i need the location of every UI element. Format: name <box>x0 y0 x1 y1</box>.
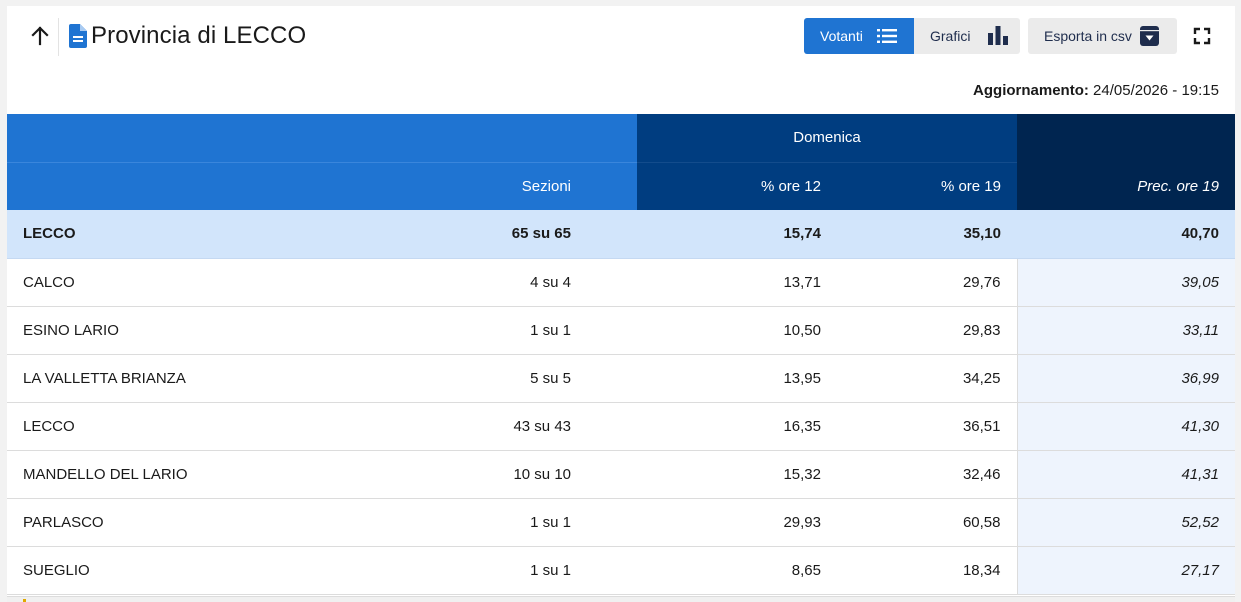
arrow-up-icon <box>31 26 49 46</box>
row-sezioni: 1 su 1 <box>363 306 637 355</box>
header-ore12[interactable]: % ore 12 <box>637 162 837 210</box>
votanti-button[interactable]: Votanti <box>804 18 914 54</box>
row-ore12: 29,93 <box>637 498 837 547</box>
row-ore12: 15,32 <box>637 450 837 499</box>
document-icon <box>69 24 87 48</box>
row-name[interactable]: SUEGLIO <box>7 546 363 595</box>
turnout-table: Domenica Sezioni % ore 12 % ore 19 Prec.… <box>7 114 1235 595</box>
row-prec: 41,31 <box>1016 450 1235 499</box>
archive-download-icon <box>1140 26 1159 46</box>
table-row[interactable]: SUEGLIO 1 su 1 8,65 18,34 27,17 <box>7 546 1235 595</box>
row-name[interactable]: MANDELLO DEL LARIO <box>7 450 363 499</box>
header-domenica: Domenica <box>637 114 1017 163</box>
header-sezioni[interactable]: Sezioni <box>363 162 637 210</box>
row-name[interactable]: ESINO LARIO <box>7 306 363 355</box>
header-ore19[interactable]: % ore 19 <box>837 162 1017 210</box>
row-ore19: 18,34 <box>837 546 1017 595</box>
divider <box>58 18 59 56</box>
table-header-row: Sezioni % ore 12 % ore 19 Prec. ore 19 <box>7 162 1235 210</box>
row-sezioni: 10 su 10 <box>363 450 637 499</box>
results-card: Provincia di LECCO Votanti Grafici Espor… <box>7 6 1235 602</box>
row-name[interactable]: PARLASCO <box>7 498 363 547</box>
row-ore12: 15,74 <box>637 210 837 259</box>
table-row[interactable]: CALCO 4 su 4 13,71 29,76 39,05 <box>7 258 1235 307</box>
row-sezioni: 5 su 5 <box>363 354 637 403</box>
row-ore12: 16,35 <box>637 402 837 451</box>
bar-chart-icon <box>988 26 1008 45</box>
page-title: Provincia di LECCO <box>91 22 307 49</box>
row-prec: 33,11 <box>1016 306 1235 355</box>
row-name: LECCO <box>7 210 363 259</box>
row-ore19: 32,46 <box>837 450 1017 499</box>
row-sezioni: 43 su 43 <box>363 402 637 451</box>
row-sezioni: 1 su 1 <box>363 498 637 547</box>
row-ore19: 60,58 <box>837 498 1017 547</box>
row-ore12: 13,71 <box>637 258 837 307</box>
table-footer-strip <box>7 596 1235 602</box>
table-header-group-row: Domenica <box>7 114 1235 163</box>
row-ore19: 29,83 <box>837 306 1017 355</box>
update-value: 24/05/2026 - 19:15 <box>1093 82 1219 99</box>
update-timestamp: Aggiornamento: 24/05/2026 - 19:15 <box>973 82 1219 99</box>
row-prec: 41,30 <box>1016 402 1235 451</box>
row-prec: 39,05 <box>1016 258 1235 307</box>
row-sezioni: 1 su 1 <box>363 546 637 595</box>
row-prec: 36,99 <box>1016 354 1235 403</box>
row-ore19: 35,10 <box>837 210 1017 259</box>
votanti-label: Votanti <box>820 28 863 44</box>
row-ore12: 8,65 <box>637 546 837 595</box>
total-row: LECCO 65 su 65 15,74 35,10 40,70 <box>7 210 1235 259</box>
fullscreen-icon[interactable] <box>1193 27 1211 45</box>
grafici-label: Grafici <box>930 28 971 44</box>
header-prec[interactable]: Prec. ore 19 <box>1017 162 1235 210</box>
row-name[interactable]: CALCO <box>7 258 363 307</box>
row-prec: 40,70 <box>1017 210 1235 259</box>
table-row[interactable]: PARLASCO 1 su 1 29,93 60,58 52,52 <box>7 498 1235 547</box>
table-row[interactable]: LECCO 43 su 43 16,35 36,51 41,30 <box>7 402 1235 451</box>
row-ore19: 36,51 <box>837 402 1017 451</box>
row-name[interactable]: LA VALLETTA BRIANZA <box>7 354 363 403</box>
table-row[interactable]: LA VALLETTA BRIANZA 5 su 5 13,95 34,25 3… <box>7 354 1235 403</box>
row-ore19: 34,25 <box>837 354 1017 403</box>
row-ore19: 29,76 <box>837 258 1017 307</box>
export-csv-label: Esporta in csv <box>1044 28 1132 44</box>
row-sezioni: 65 su 65 <box>363 210 637 259</box>
table-row[interactable]: MANDELLO DEL LARIO 10 su 10 15,32 32,46 … <box>7 450 1235 499</box>
back-button[interactable] <box>27 22 53 50</box>
row-prec: 52,52 <box>1016 498 1235 547</box>
update-label: Aggiornamento: <box>973 82 1089 99</box>
grafici-button[interactable]: Grafici <box>914 18 1020 54</box>
row-name[interactable]: LECCO <box>7 402 363 451</box>
row-sezioni: 4 su 4 <box>363 258 637 307</box>
export-csv-button[interactable]: Esporta in csv <box>1028 18 1177 54</box>
row-ore12: 13,95 <box>637 354 837 403</box>
row-prec: 27,17 <box>1016 546 1235 595</box>
list-icon <box>877 29 897 43</box>
toolbar: Provincia di LECCO Votanti Grafici Espor… <box>7 6 1235 68</box>
row-ore12: 10,50 <box>637 306 837 355</box>
table-row[interactable]: ESINO LARIO 1 su 1 10,50 29,83 33,11 <box>7 306 1235 355</box>
